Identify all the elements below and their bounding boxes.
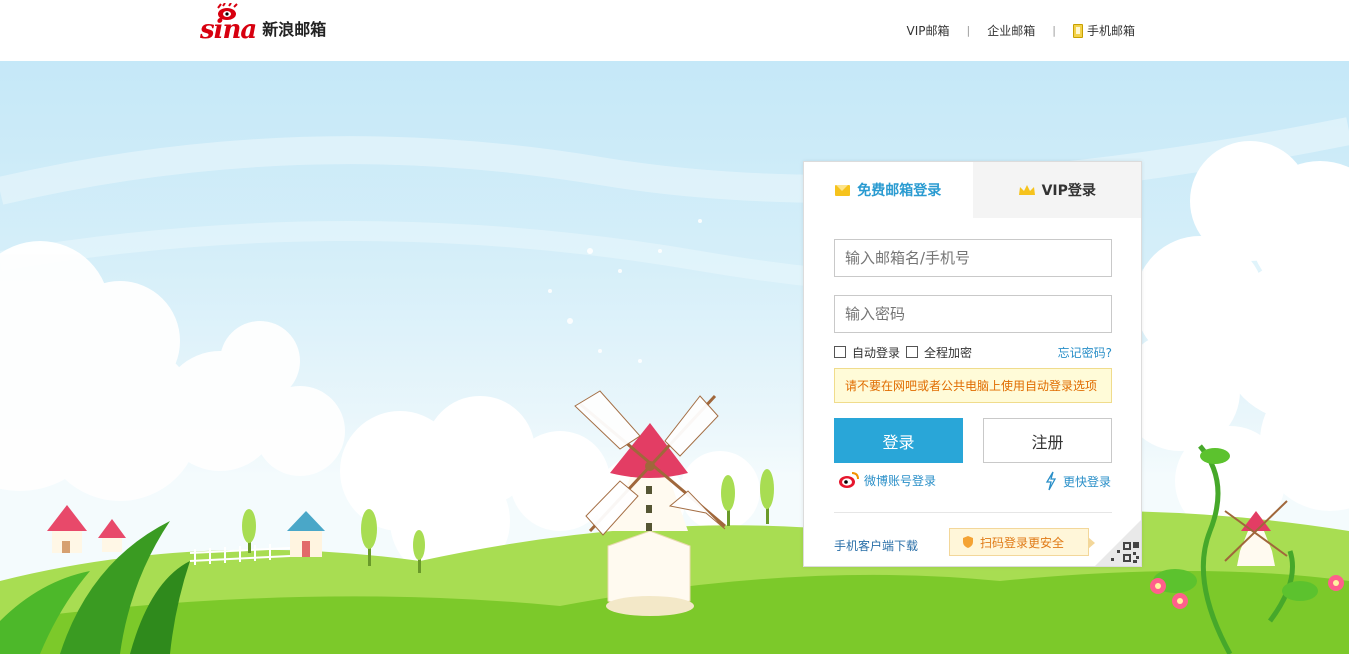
encrypt-option[interactable]: 全程加密 [906, 344, 972, 361]
sina-logo[interactable]: sina 新浪邮箱 [200, 3, 327, 45]
qr-code-toggle[interactable] [1095, 520, 1141, 566]
weibo-login-link[interactable]: 微博账号登录 [838, 471, 936, 489]
tab-vip-login[interactable]: VIP登录 [972, 162, 1141, 218]
top-header: sina 新浪邮箱 VIP邮箱 | 企业邮箱 | 手机邮箱 [0, 0, 1349, 61]
mobile-client-download-link[interactable]: 手机客户端下载 [834, 537, 918, 554]
encrypt-checkbox[interactable] [906, 346, 919, 358]
nav-separator: | [966, 24, 971, 37]
background-scene [0, 61, 1349, 654]
nav-vip-mail[interactable]: VIP邮箱 [907, 22, 950, 39]
sina-eye-icon [217, 3, 238, 20]
fast-login-label: 更快登录 [1062, 474, 1111, 489]
auto-login-warning: 请不要在网吧或者公共电脑上使用自动登录选项 [834, 368, 1112, 403]
register-button[interactable]: 注册 [983, 418, 1112, 463]
auto-login-checkbox[interactable] [834, 346, 846, 358]
login-panel: 免费邮箱登录 VIP登录 自动登录 全程加密 忘记密码? 请不要在网吧或者公共电… [803, 161, 1142, 567]
qr-code-icon [1095, 520, 1141, 566]
tab-free-mail-login[interactable]: 免费邮箱登录 [804, 162, 973, 218]
password-input[interactable] [834, 295, 1112, 333]
login-options: 自动登录 全程加密 忘记密码? [834, 344, 1112, 360]
qr-login-tip: 扫码登录更安全 [949, 528, 1095, 556]
top-nav: VIP邮箱 | 企业邮箱 | 手机邮箱 [907, 22, 1135, 39]
nav-mobile-mail[interactable]: 手机邮箱 [1072, 22, 1135, 39]
nav-mobile-mail-label: 手机邮箱 [1086, 24, 1135, 38]
forgot-password-link[interactable]: 忘记密码? [1058, 344, 1112, 361]
phone-icon [1072, 23, 1083, 38]
shield-icon [963, 536, 973, 548]
landscape-illustration [0, 117, 1349, 654]
crown-icon [1018, 185, 1035, 195]
lightning-icon [1045, 471, 1057, 491]
logo-text: 新浪邮箱 [262, 20, 327, 39]
weibo-login-label: 微博账号登录 [864, 473, 937, 488]
qr-login-tip-label: 扫码登录更安全 [980, 535, 1065, 550]
nav-enterprise-mail[interactable]: 企业邮箱 [987, 22, 1035, 39]
encrypt-label: 全程加密 [924, 345, 973, 360]
login-button[interactable]: 登录 [834, 418, 963, 463]
tab-vip-label: VIP登录 [1041, 183, 1096, 199]
panel-divider [834, 512, 1112, 513]
auto-login-label: 自动登录 [852, 345, 901, 360]
mail-icon [835, 184, 851, 196]
fast-login-link[interactable]: 更快登录 [1045, 471, 1111, 491]
weibo-icon [839, 472, 859, 488]
tab-free-mail-label: 免费邮箱登录 [857, 183, 942, 199]
username-input[interactable] [834, 239, 1112, 277]
login-tabs: 免费邮箱登录 VIP登录 [804, 162, 1141, 218]
auto-login-option[interactable]: 自动登录 [834, 344, 900, 361]
nav-separator: | [1052, 24, 1056, 37]
